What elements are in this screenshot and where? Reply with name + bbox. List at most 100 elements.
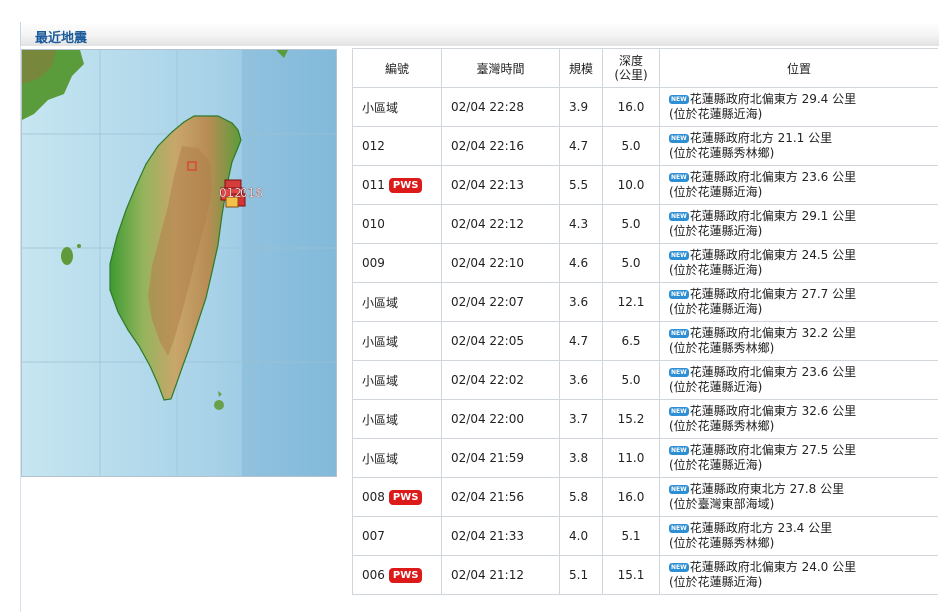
table-row[interactable]: 小區域 02/04 22:00 3.7 15.2 NEW 花蓮縣政府北偏東方 32.6 公… [352,399,938,439]
cell-id: 007 [352,516,442,556]
location-text: 花蓮縣政府北偏東方 24.5 公里 [689,248,857,262]
cell-location[interactable]: NEW 花蓮縣政府北偏東方 24.0 公里 (位於花蓮縣近海) [659,555,938,595]
location-text: 花蓮縣政府北偏東方 29.4 公里 [689,92,857,106]
new-badge-icon: NEW [669,134,689,143]
event-id[interactable]: 009 [362,256,385,270]
cell-id: 小區域 [352,282,442,322]
location-text: 花蓮縣政府北偏東方 24.0 公里 [689,560,857,574]
cell-magnitude: 5.1 [559,555,603,595]
cell-depth: 5.0 [602,360,660,400]
cell-location[interactable]: NEW 花蓮縣政府北偏東方 27.5 公里 (位於花蓮縣近海) [659,438,938,478]
table-row[interactable]: 小區域 02/04 22:07 3.6 12.1 NEW 花蓮縣政府北偏東方 27.7 公… [352,282,938,322]
location-text: 花蓮縣政府北偏東方 29.1 公里 [689,209,857,223]
table-row[interactable]: 008 PWS 02/04 21:56 5.8 16.0 NEW 花蓮縣政府東北方 27.8… [352,477,938,517]
event-id[interactable]: 010 [362,217,385,231]
cell-location[interactable]: NEW 花蓮縣政府北偏東方 24.5 公里 (位於花蓮縣近海) [659,243,938,283]
cell-magnitude: 3.8 [559,438,603,478]
location-area: (位於花蓮縣近海) [669,575,763,589]
earthquake-map[interactable]: 012 018 [21,49,337,477]
column-header-location: 位置 [659,48,938,88]
depth-header-line1: 深度 [618,54,643,68]
cell-id: 009 [352,243,442,283]
new-badge-icon: NEW [669,329,689,338]
new-badge-icon: NEW [669,524,689,533]
table-row[interactable]: 006 PWS 02/04 21:12 5.1 15.1 NEW 花蓮縣政府北偏東方 24.… [352,555,938,595]
cell-depth: 15.1 [602,555,660,595]
table-body: 小區域 02/04 22:28 3.9 16.0 NEW 花蓮縣政府北偏東方 29.4 公… [352,87,938,595]
cell-time: 02/04 22:13 [441,165,560,205]
event-id[interactable]: 012 [362,139,385,153]
cell-time: 02/04 22:28 [441,87,560,127]
event-id[interactable]: 小區域 [362,452,398,466]
cell-location[interactable]: NEW 花蓮縣政府北偏東方 32.2 公里 (位於花蓮縣秀林鄉) [659,321,938,361]
earthquake-table: 編號 臺灣時間 規模 深度 (公里) 位置 小區域 02/04 22:28 3.9 1… [352,48,938,595]
table-row[interactable]: 012 02/04 22:16 4.7 5.0 NEW 花蓮縣政府北方 21.1 公里 (位… [352,126,938,166]
event-id[interactable]: 小區域 [362,413,398,427]
event-id[interactable]: 小區域 [362,101,398,115]
location-area: (位於花蓮縣秀林鄉) [669,536,775,550]
column-header-depth: 深度 (公里) [602,48,660,88]
location-area: (位於臺灣東部海域) [669,497,775,511]
cell-location[interactable]: NEW 花蓮縣政府北偏東方 27.7 公里 (位於花蓮縣近海) [659,282,938,322]
location-text: 花蓮縣政府北偏東方 23.6 公里 [689,365,857,379]
cell-magnitude: 5.5 [559,165,603,205]
cell-location[interactable]: NEW 花蓮縣政府北偏東方 23.6 公里 (位於花蓮縣近海) [659,165,938,205]
cell-time: 02/04 21:59 [441,438,560,478]
green-island [214,400,224,410]
section-title: 最近地震 [35,31,88,46]
pws-badge: PWS [388,177,423,193]
cell-magnitude: 5.8 [559,477,603,517]
table-row[interactable]: 009 02/04 22:10 4.6 5.0 NEW 花蓮縣政府北偏東方 24.5 公里… [352,243,938,283]
location-text: 花蓮縣政府北方 21.1 公里 [689,131,833,145]
event-id[interactable]: 006 [362,568,385,582]
location-area: (位於花蓮縣近海) [669,263,763,277]
pws-badge: PWS [388,567,423,583]
cell-id: 小區域 [352,360,442,400]
cell-time: 02/04 22:07 [441,282,560,322]
event-id[interactable]: 小區域 [362,374,398,388]
event-id[interactable]: 007 [362,529,385,543]
earthquake-table-container: 編號 臺灣時間 規模 深度 (公里) 位置 小區域 02/04 22:28 3.9 1… [352,48,938,612]
location-area: (位於花蓮縣近海) [669,107,763,121]
table-row[interactable]: 小區域 02/04 21:59 3.8 11.0 NEW 花蓮縣政府北偏東方 27.5 公… [352,438,938,478]
event-id[interactable]: 小區域 [362,296,398,310]
cell-magnitude: 3.6 [559,282,603,322]
cell-magnitude: 4.3 [559,204,603,244]
event-id[interactable]: 008 [362,490,385,504]
table-row[interactable]: 010 02/04 22:12 4.3 5.0 NEW 花蓮縣政府北偏東方 29.1 公里… [352,204,938,244]
table-row[interactable]: 小區域 02/04 22:28 3.9 16.0 NEW 花蓮縣政府北偏東方 29.4 公… [352,87,938,127]
cell-id: 010 [352,204,442,244]
location-area: (位於花蓮縣近海) [669,458,763,472]
cell-id: 小區域 [352,87,442,127]
cell-magnitude: 3.6 [559,360,603,400]
location-text: 花蓮縣政府北偏東方 27.5 公里 [689,443,857,457]
cell-time: 02/04 22:16 [441,126,560,166]
cell-location[interactable]: NEW 花蓮縣政府北偏東方 23.6 公里 (位於花蓮縣近海) [659,360,938,400]
cell-time: 02/04 21:33 [441,516,560,556]
cell-location[interactable]: NEW 花蓮縣政府北偏東方 29.4 公里 (位於花蓮縣近海) [659,87,938,127]
event-id[interactable]: 011 [362,178,385,192]
new-badge-icon: NEW [669,251,689,260]
new-badge-icon: NEW [669,407,689,416]
table-header-row: 編號 臺灣時間 規模 深度 (公里) 位置 [352,48,938,88]
cell-magnitude: 4.7 [559,126,603,166]
event-id[interactable]: 小區域 [362,335,398,349]
cell-id: 小區域 [352,438,442,478]
table-row[interactable]: 小區域 02/04 22:02 3.6 5.0 NEW 花蓮縣政府北偏東方 23.6 公里… [352,360,938,400]
cell-location[interactable]: NEW 花蓮縣政府北方 21.1 公里 (位於花蓮縣秀林鄉) [659,126,938,166]
cell-location[interactable]: NEW 花蓮縣政府北偏東方 32.6 公里 (位於花蓮縣秀林鄉) [659,399,938,439]
cell-magnitude: 3.9 [559,87,603,127]
cell-location[interactable]: NEW 花蓮縣政府東北方 27.8 公里 (位於臺灣東部海域) [659,477,938,517]
cell-location[interactable]: NEW 花蓮縣政府北方 23.4 公里 (位於花蓮縣秀林鄉) [659,516,938,556]
table-row[interactable]: 011 PWS 02/04 22:13 5.5 10.0 NEW 花蓮縣政府北偏東方 23.… [352,165,938,205]
table-row[interactable]: 小區域 02/04 22:05 4.7 6.5 NEW 花蓮縣政府北偏東方 32.2 公里… [352,321,938,361]
cell-depth: 10.0 [602,165,660,205]
cell-depth: 5.0 [602,204,660,244]
new-badge-icon: NEW [669,563,689,572]
table-row[interactable]: 007 02/04 21:33 4.0 5.1 NEW 花蓮縣政府北方 23.4 公里 (位… [352,516,938,556]
new-badge-icon: NEW [669,446,689,455]
cell-depth: 5.0 [602,243,660,283]
new-badge-icon: NEW [669,95,689,104]
cell-location[interactable]: NEW 花蓮縣政府北偏東方 29.1 公里 (位於花蓮縣近海) [659,204,938,244]
cell-time: 02/04 22:10 [441,243,560,283]
